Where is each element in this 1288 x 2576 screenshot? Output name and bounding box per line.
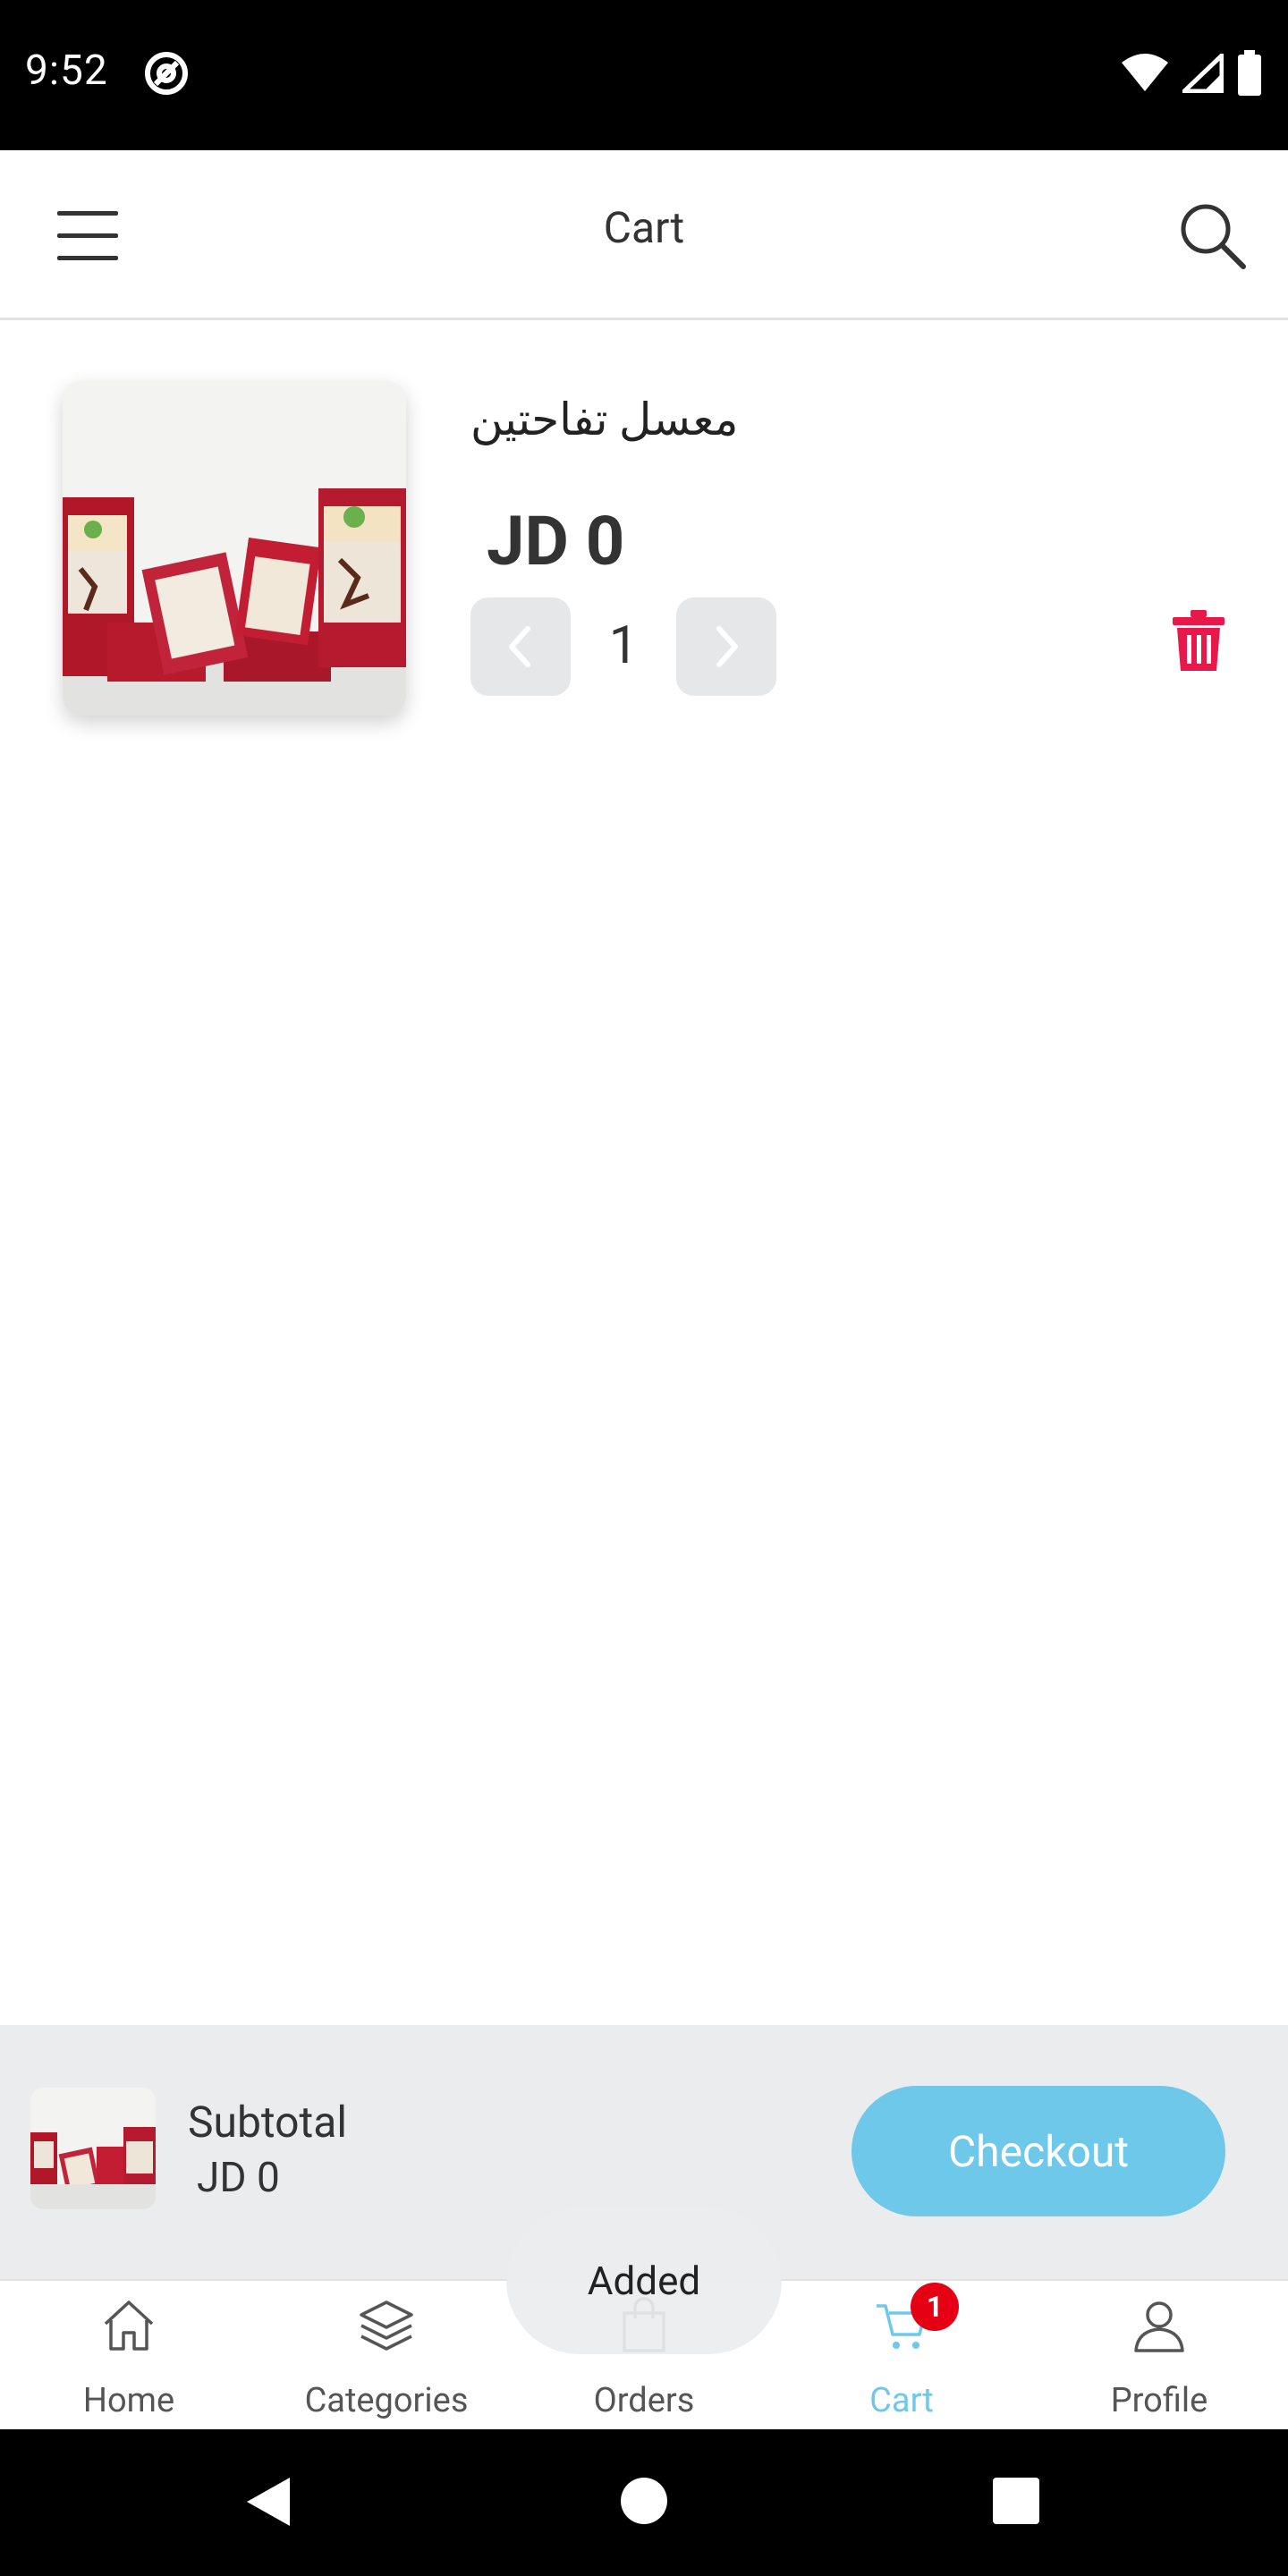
search-icon[interactable] [1174,197,1252,275]
wifi-icon [1122,54,1168,91]
product-name: معسل تفاحتين [470,394,739,446]
nav-label-home: Home [82,2381,175,2420]
trash-icon [1173,610,1224,671]
user-icon [1134,2301,1184,2352]
nav-item-cart[interactable]: 1 Cart [773,2281,1030,2431]
product-price: JD 0 [487,501,625,581]
chevron-left-icon [509,626,530,667]
product-image[interactable] [63,381,406,716]
system-navigation-bar [0,2429,1288,2576]
cart-count-badge: 1 [911,2283,959,2331]
page-title: Cart [603,202,685,253]
subtotal-label: Subtotal [188,2097,348,2148]
quantity-value: 1 [608,615,639,676]
home-icon [104,2301,154,2351]
decrease-quantity-button[interactable] [470,597,571,696]
recent-apps-icon[interactable] [993,2478,1039,2524]
status-bar: 9:52 [0,0,1288,150]
chevron-right-icon [716,626,738,667]
nav-item-home[interactable]: Home [0,2281,258,2431]
status-time: 9:52 [25,47,108,95]
increase-quantity-button[interactable] [676,597,776,696]
home-button-icon[interactable] [621,2478,667,2524]
nav-label-orders: Orders [593,2381,695,2420]
nav-label-categories: Categories [304,2381,469,2420]
subtotal-value: JD 0 [197,2154,280,2202]
toast-message: Added [506,2207,782,2354]
cart-item: معسل تفاحتين JD 0 1 [0,367,1288,742]
back-icon[interactable] [243,2474,293,2529]
nav-item-categories[interactable]: Categories [258,2281,515,2431]
app-bar: Cart [0,150,1288,320]
checkout-button[interactable]: Checkout [852,2086,1225,2216]
nav-label-profile: Profile [1110,2381,1208,2420]
nav-label-cart: Cart [869,2381,934,2420]
status-icons [1120,50,1263,97]
nav-item-profile[interactable]: Profile [1030,2281,1288,2431]
at-sign-icon [145,52,188,95]
signal-icon [1182,54,1224,93]
delete-item-button[interactable] [1163,601,1234,682]
layers-icon [360,2301,413,2351]
battery-icon [1238,50,1261,96]
subtotal-thumbnail [30,2088,156,2209]
